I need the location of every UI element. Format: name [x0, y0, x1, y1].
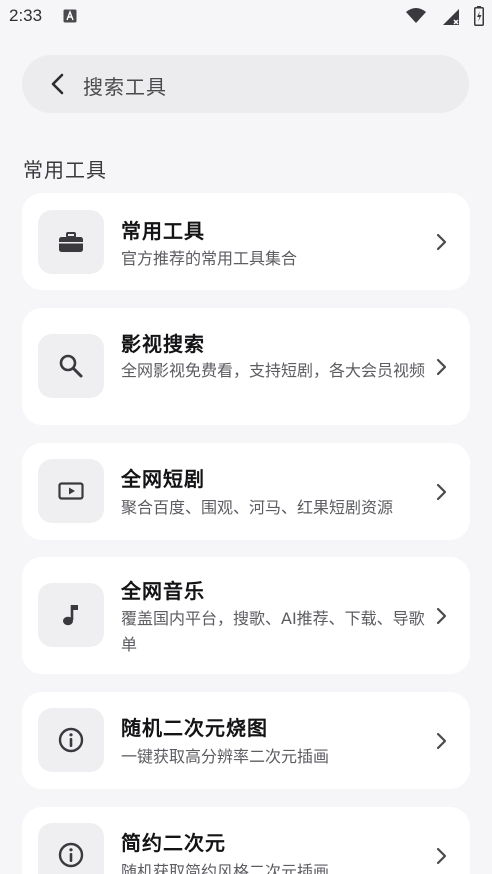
signal-icon: [443, 9, 459, 25]
briefcase-icon: [59, 232, 83, 252]
accessibility-a-icon: [63, 9, 77, 23]
tool-search-screen: 2:33 搜索工具 常用工具 常用工具 官方推荐的常用工具集合 影视搜索 全网影…: [0, 0, 492, 874]
back-arrow-icon[interactable]: [48, 73, 68, 95]
chevron-right-icon: [436, 358, 447, 376]
tool-card-simple-anime[interactable]: 简约二次元 随机获取简约风格二次元插画: [22, 807, 470, 874]
section-title: 常用工具: [23, 158, 107, 182]
battery-icon: [474, 6, 484, 26]
tool-card-random-anime[interactable]: 随机二次元烧图 一键获取高分辨率二次元插画: [22, 692, 470, 789]
chevron-right-icon: [436, 483, 447, 501]
tool-icon-box: [38, 459, 104, 523]
tool-description: 全网影视免费看，支持短剧，各大会员视频: [121, 361, 426, 380]
info-icon: [58, 842, 84, 868]
tool-description: 随机获取简约风格二次元插画: [121, 862, 330, 874]
tool-icon-box: [38, 334, 104, 398]
tool-title: 全网音乐: [121, 579, 205, 603]
info-icon: [58, 727, 84, 753]
music-note-icon: [63, 605, 78, 626]
tool-icon-box: [38, 823, 104, 874]
chevron-right-icon: [436, 607, 447, 625]
status-time: 2:33: [9, 6, 43, 25]
tool-title: 影视搜索: [121, 332, 205, 356]
tool-card-video-search[interactable]: 影视搜索 全网影视免费看，支持短剧，各大会员视频: [22, 308, 470, 425]
tool-card-common-tools[interactable]: 常用工具 官方推荐的常用工具集合: [22, 193, 470, 290]
tool-card-music[interactable]: 全网音乐 覆盖国内平台，搜歌、AI推荐、下载、导歌单: [22, 557, 470, 674]
tool-description: 聚合百度、围观、河马、红果短剧资源: [121, 498, 394, 517]
chevron-right-icon: [436, 233, 447, 251]
status-icons: [394, 6, 484, 26]
chevron-right-icon: [436, 732, 447, 750]
tool-icon-box: [38, 708, 104, 772]
tool-description: 覆盖国内平台，搜歌、AI推荐、下载、导歌单: [121, 609, 425, 654]
chevron-right-icon: [436, 847, 447, 865]
tool-icon-box: [38, 210, 104, 274]
tool-title: 简约二次元: [121, 831, 226, 855]
wifi-icon: [406, 8, 426, 23]
tool-icon-box: [38, 583, 104, 647]
status-bar: 2:33: [0, 0, 492, 34]
tool-title: 常用工具: [121, 219, 205, 243]
tool-description: 官方推荐的常用工具集合: [121, 249, 298, 268]
search-icon: [59, 354, 83, 378]
tool-title: 全网短剧: [121, 467, 205, 491]
search-bar[interactable]: 搜索工具: [22, 55, 469, 113]
video-play-icon: [58, 482, 84, 500]
search-title: 搜索工具: [83, 75, 167, 99]
tool-title: 随机二次元烧图: [121, 716, 268, 740]
tool-card-short-drama[interactable]: 全网短剧 聚合百度、围观、河马、红果短剧资源: [22, 443, 470, 540]
tool-description: 一键获取高分辨率二次元插画: [121, 747, 330, 766]
